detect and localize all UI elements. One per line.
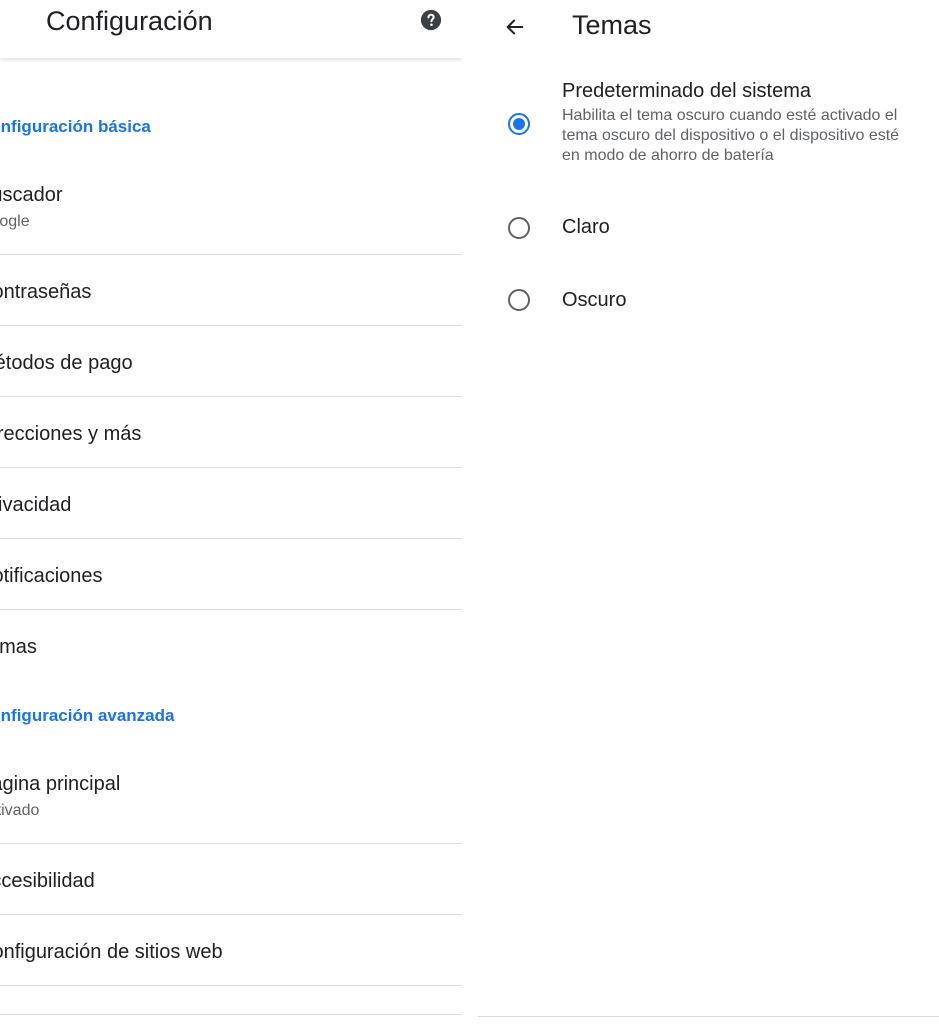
settings-item-label: Página principal [0, 773, 121, 795]
section-header-advanced: Configuración avanzada [0, 706, 175, 725]
themes-panel: Temas Predeterminado del sistema Habilit… [478, 0, 939, 1024]
theme-option-label: Claro [562, 216, 610, 238]
radio-button[interactable] [508, 217, 530, 239]
divider [0, 1014, 462, 1015]
divider [0, 396, 462, 397]
divider [0, 254, 462, 255]
page-title: Configuración [46, 6, 213, 36]
settings-item-value: Google [0, 213, 30, 230]
theme-option-description: Habilita el tema oscuro cuando esté acti… [562, 107, 900, 164]
divider [0, 985, 462, 986]
radio-button-checked[interactable] [508, 113, 530, 135]
divider [0, 325, 462, 326]
settings-item-label: Notificaciones [0, 565, 103, 587]
arrow-back-icon[interactable] [504, 16, 526, 38]
divider [0, 914, 462, 915]
settings-item-label: Temas [0, 636, 37, 658]
divider [0, 467, 462, 468]
settings-item-label: Métodos de pago [0, 352, 133, 374]
settings-item-label: Buscador [0, 184, 63, 206]
settings-header: Configuración [0, 0, 462, 58]
settings-item-value: Activado [0, 802, 40, 819]
section-header-basic: Configuración básica [0, 117, 151, 136]
divider [0, 843, 462, 844]
settings-panel: Configuración La sincronización está act… [0, 0, 462, 1024]
theme-option-label: Oscuro [562, 289, 627, 311]
settings-item-label: Accesibilidad [0, 870, 95, 892]
settings-item-label: Contraseñas [0, 281, 92, 303]
settings-item-label: Privacidad [0, 494, 72, 516]
theme-option-label: Predeterminado del sistema [562, 80, 812, 102]
help-circle-icon[interactable] [420, 9, 442, 31]
radio-button[interactable] [508, 289, 530, 311]
page-title: Temas [572, 10, 652, 40]
settings-item-label: Direcciones y más [0, 423, 142, 445]
divider [0, 538, 462, 539]
settings-item-label: Configuración de sitios web [0, 941, 223, 963]
divider [0, 609, 462, 610]
divider [478, 1016, 939, 1017]
